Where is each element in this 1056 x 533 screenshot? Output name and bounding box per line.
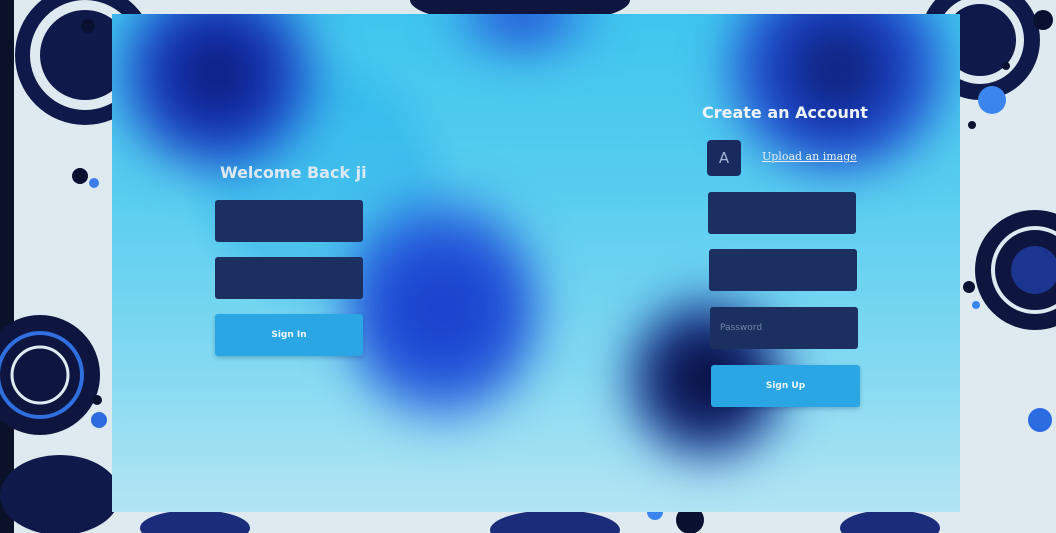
sign-in-button[interactable]: Sign In (215, 314, 363, 356)
screen: Welcome Back ji Sign In Create an Accoun… (0, 0, 1056, 533)
sign-up-button[interactable]: Sign Up (711, 365, 860, 407)
register-password-input[interactable] (710, 307, 858, 349)
register-title: Create an Account (702, 103, 868, 122)
glass-blur-blob (342, 194, 542, 424)
login-username-input[interactable] (215, 200, 363, 242)
avatar-placeholder: A (707, 140, 741, 176)
login-title: Welcome Back ji (220, 163, 367, 182)
avatar-letter: A (718, 149, 730, 167)
login-password-input[interactable] (215, 257, 363, 299)
register-name-input[interactable] (708, 192, 856, 234)
upload-image-link[interactable]: Upload an image (762, 150, 857, 163)
register-email-input[interactable] (709, 249, 857, 291)
